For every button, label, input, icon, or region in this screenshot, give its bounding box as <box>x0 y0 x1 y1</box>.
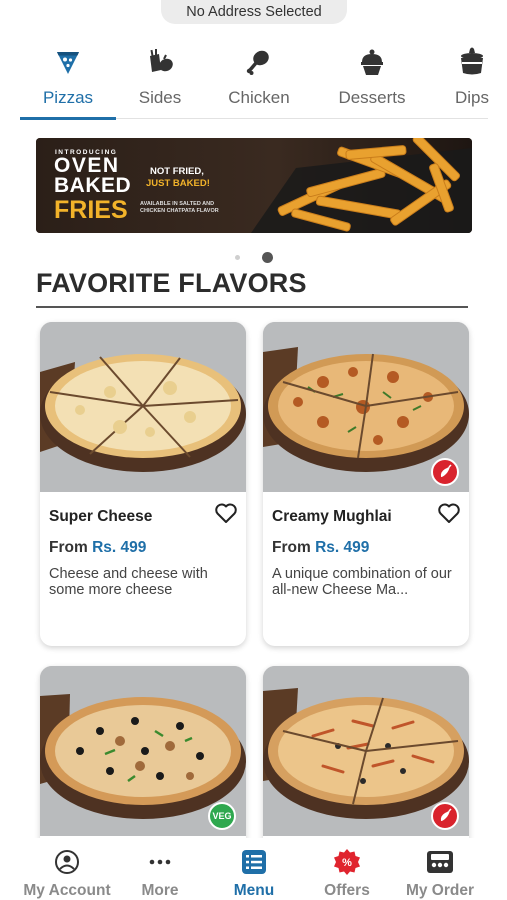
nav-more[interactable]: More <box>110 848 210 900</box>
address-selector[interactable]: No Address Selected <box>161 0 347 24</box>
veg-badge-label: VEG <box>212 811 232 821</box>
tab-dips[interactable]: Dips <box>424 42 507 108</box>
active-tab-indicator <box>20 117 116 120</box>
tab-chicken-label: Chicken <box>228 88 290 107</box>
nav-menu[interactable]: Menu <box>204 848 304 900</box>
product-image <box>263 666 469 836</box>
product-image: VEG <box>40 666 246 836</box>
svg-text:%: % <box>342 857 352 869</box>
nav-my-order[interactable]: My Order <box>390 848 490 900</box>
section-title: FAVORITE FLAVORS <box>36 268 307 298</box>
chili-icon <box>440 464 452 477</box>
product-card-super-cheese[interactable]: Super Cheese From Rs. 499 Cheese and che… <box>40 322 246 646</box>
tab-dips-label: Dips <box>454 88 489 107</box>
delivery-box-icon <box>425 848 455 876</box>
product-card-creamy-mughlai[interactable]: Creamy Mughlai From Rs. 499 A unique com… <box>263 322 469 646</box>
spicy-badge <box>431 802 459 830</box>
spicy-badge <box>431 458 459 486</box>
pizza-slice-icon <box>55 42 81 82</box>
user-circle-icon <box>54 848 80 876</box>
banner-title-line-3: FRIES <box>54 196 128 224</box>
tab-pizzas[interactable]: Pizzas <box>20 42 116 108</box>
tab-desserts-label: Desserts <box>338 88 406 107</box>
nav-offers[interactable]: % Offers <box>297 848 397 900</box>
offer-badge-icon: % <box>333 848 361 876</box>
section-divider <box>36 306 468 308</box>
chili-icon <box>440 808 452 821</box>
tab-sides-label: Sides <box>138 88 182 107</box>
veg-badge: VEG <box>208 802 236 830</box>
more-dots-icon <box>148 848 172 876</box>
tab-pizzas-label: Pizzas <box>42 88 94 107</box>
nav-more-label: More <box>141 882 179 899</box>
banner-title-line-2: BAKED <box>54 174 132 197</box>
banner-fine-print-1: AVAILABLE IN SALTED AND <box>140 201 215 207</box>
nav-my-account[interactable]: My Account <box>17 848 117 900</box>
product-description: Cheese and cheese with some more cheese <box>49 566 208 598</box>
banner-title-line-1: OVEN <box>54 154 120 177</box>
sides-icon <box>145 42 175 82</box>
tab-desserts[interactable]: Desserts <box>324 42 420 108</box>
product-name: Super Cheese <box>49 508 153 525</box>
price-amount: Rs. 499 <box>315 539 370 556</box>
promo-banner[interactable]: INTRODUCING OVEN BAKED FRIES NOT FRIED, … <box>36 138 472 233</box>
carousel-dot-1[interactable] <box>235 255 240 260</box>
price-amount: Rs. 499 <box>92 539 147 556</box>
nav-offers-label: Offers <box>324 882 370 899</box>
tab-sides[interactable]: Sides <box>112 42 208 108</box>
price-prefix: From <box>272 539 311 556</box>
carousel-dot-2-active[interactable] <box>262 252 273 263</box>
nav-my-account-label: My Account <box>23 882 111 899</box>
product-price: From Rs. 499 <box>49 539 236 557</box>
product-price: From Rs. 499 <box>272 539 459 557</box>
banner-tagline-1: NOT FRIED, <box>150 166 204 177</box>
dip-cup-icon <box>458 42 486 82</box>
menu-list-icon <box>241 848 267 876</box>
product-image <box>263 322 469 492</box>
product-card-veg-pizza[interactable]: VEG <box>40 666 246 856</box>
banner-tagline-2: JUST BAKED! <box>146 178 210 189</box>
carousel-dots <box>232 252 276 264</box>
cupcake-icon <box>358 42 386 82</box>
category-bar: Pizzas Sides Chicken Desserts Dips <box>0 42 507 122</box>
heart-icon[interactable] <box>437 502 461 529</box>
nav-menu-label: Menu <box>233 882 275 899</box>
heart-icon[interactable] <box>214 502 238 529</box>
price-prefix: From <box>49 539 88 556</box>
nav-my-order-label: My Order <box>405 882 475 899</box>
product-description: A unique combination of our all-new Chee… <box>272 566 452 598</box>
chicken-leg-icon <box>245 42 273 82</box>
bottom-nav: My Account More Menu % Offers My Order <box>0 838 507 900</box>
banner-fine-print-2: CHICKEN CHATPATA FLAVOR <box>140 208 219 214</box>
address-label: No Address Selected <box>186 4 322 20</box>
product-image <box>40 322 246 492</box>
product-name: Creamy Mughlai <box>272 508 392 525</box>
product-card-spicy-pizza[interactable] <box>263 666 469 856</box>
tab-chicken[interactable]: Chicken <box>211 42 307 108</box>
